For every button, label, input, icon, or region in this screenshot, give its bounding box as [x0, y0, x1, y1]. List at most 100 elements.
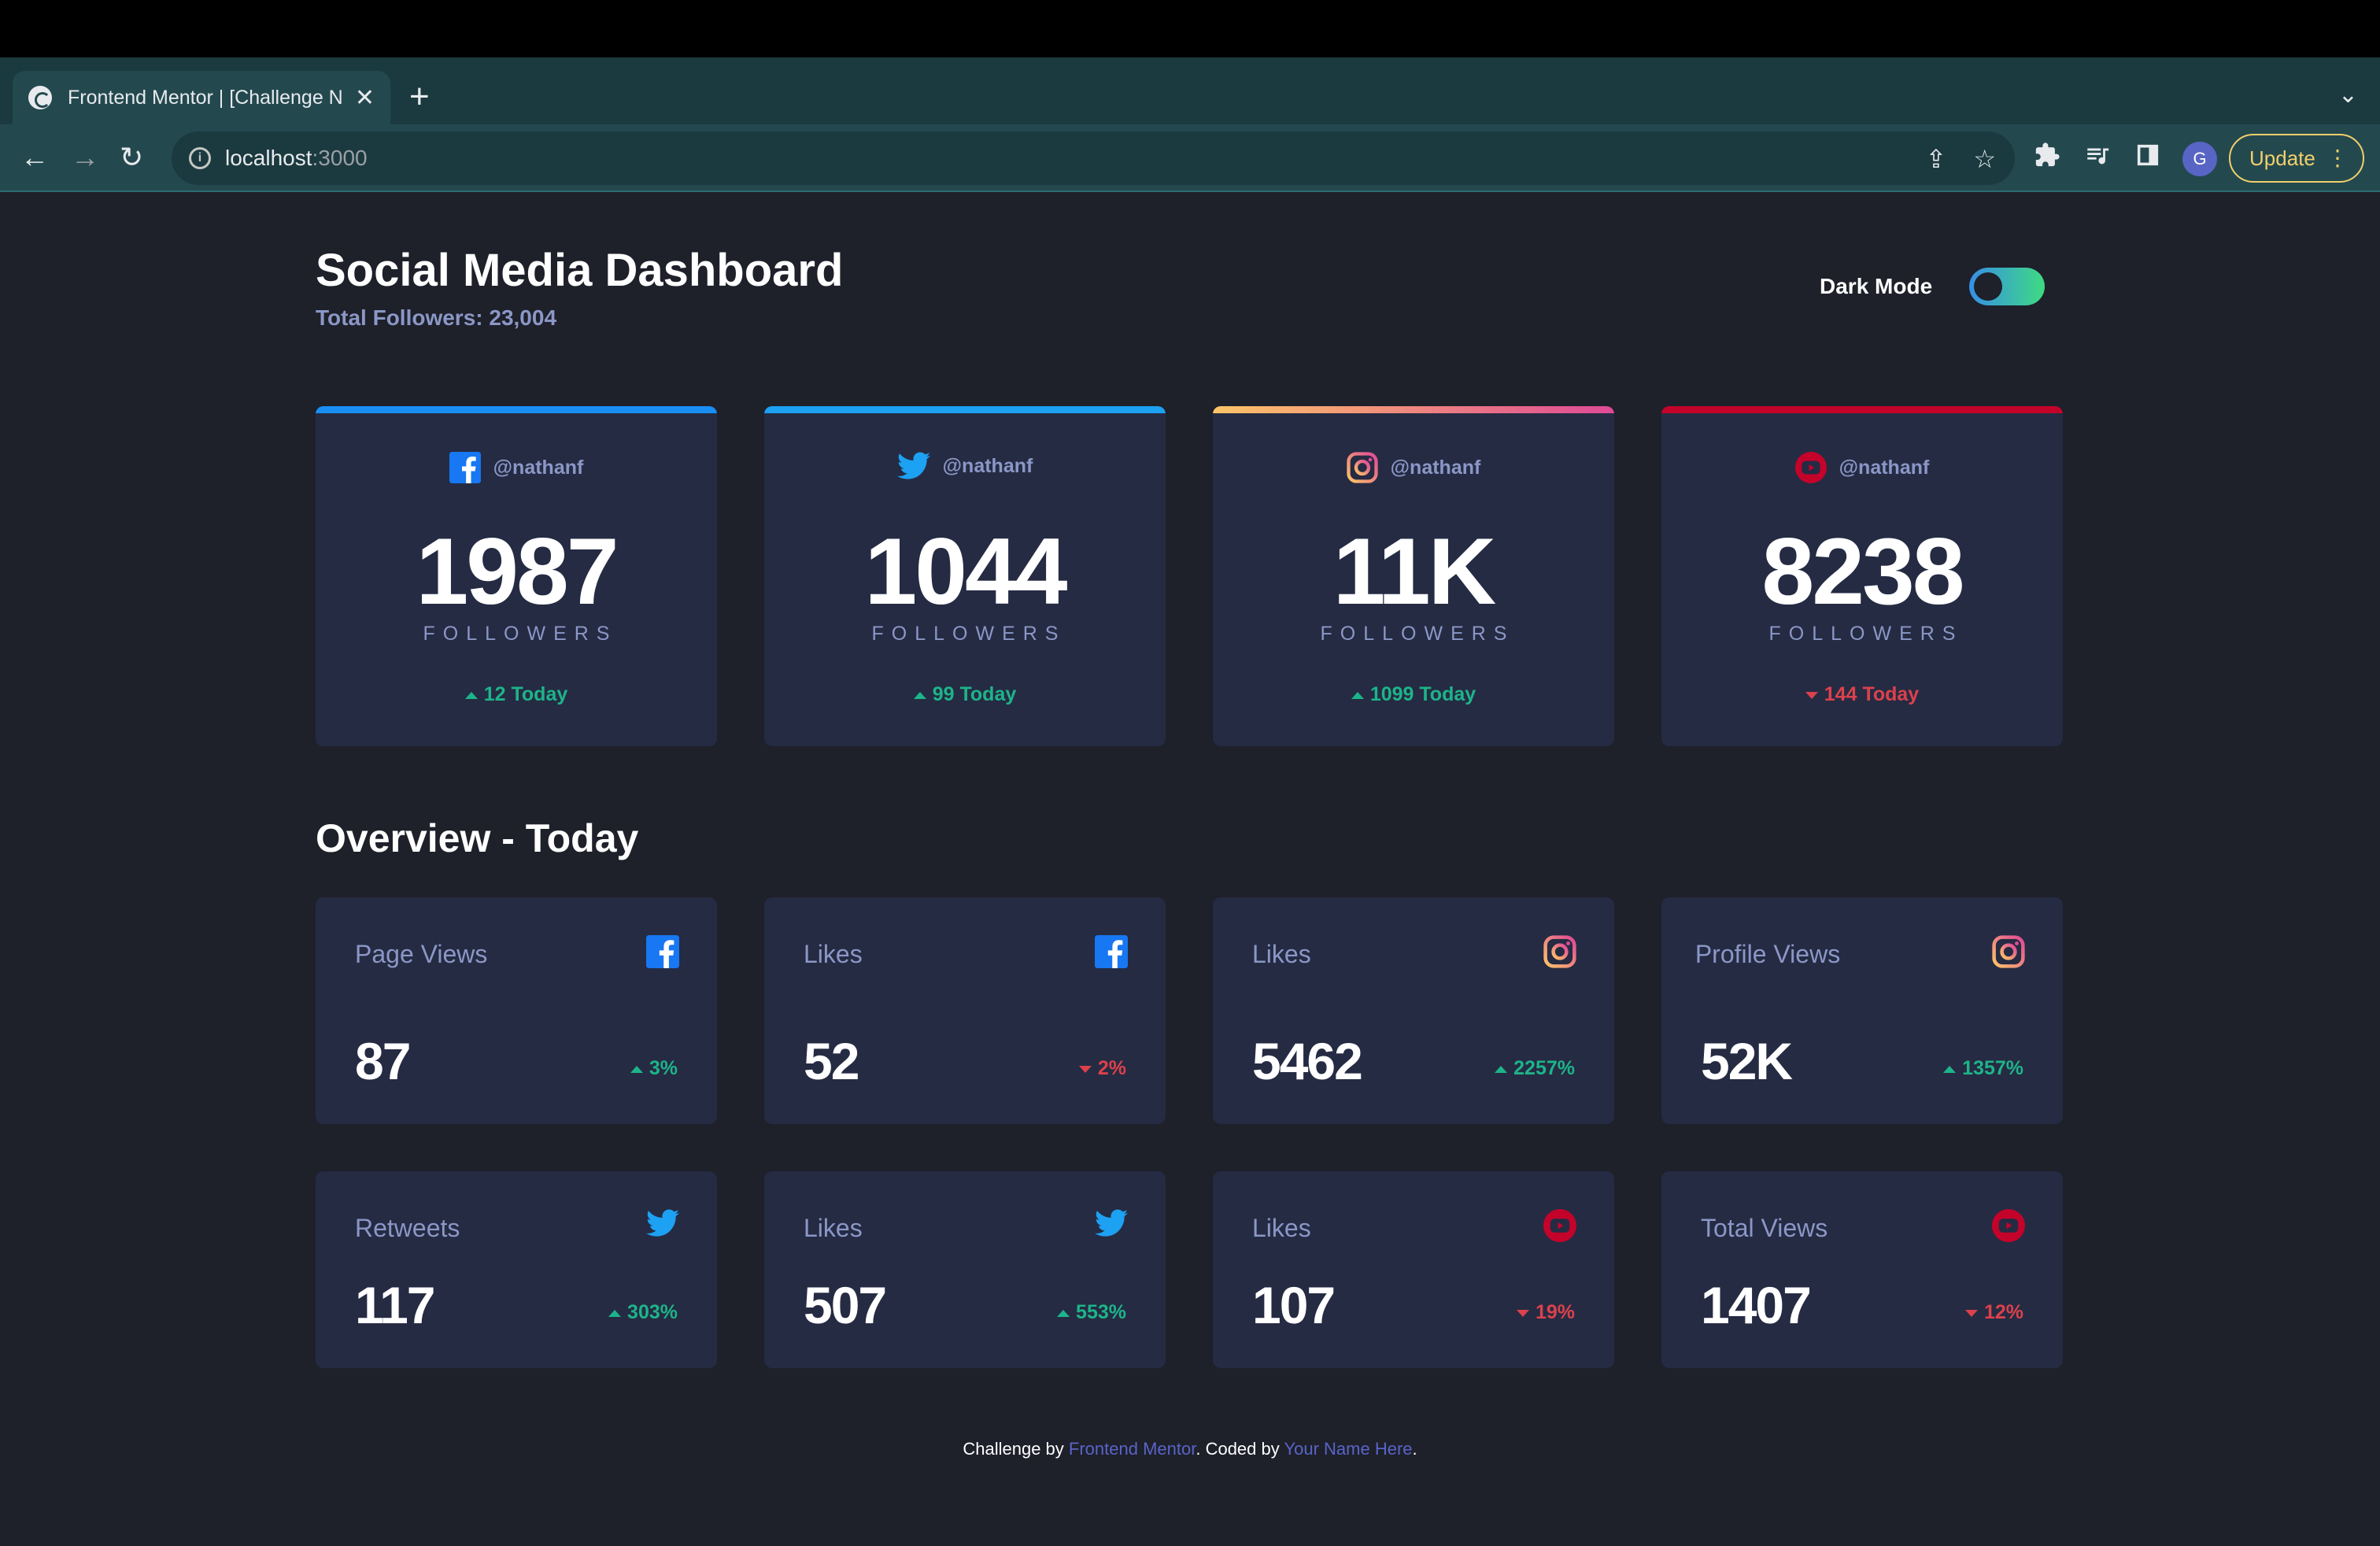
system-top-bar: [0, 0, 2380, 57]
followers-label: FOLLOWERS: [1320, 623, 1515, 645]
back-arrow-icon[interactable]: ←: [20, 140, 49, 175]
follower-count: 11K: [1332, 519, 1497, 624]
twitter-icon: [646, 1209, 679, 1242]
more-vertical-icon[interactable]: ⋮: [2326, 145, 2349, 172]
overview-label: Total Views: [1701, 1214, 1828, 1242]
frontend-mentor-link[interactable]: Frontend Mentor: [1069, 1439, 1196, 1459]
overview-label: Likes: [804, 940, 863, 968]
overview-value: 52: [804, 1032, 859, 1090]
total-followers: Total Followers: 23,004: [316, 305, 557, 330]
follower-card-facebook[interactable]: @nathanf 1987 FOLLOWERS 12 Today: [316, 406, 717, 746]
overview-label: Page Views: [355, 940, 488, 968]
facebook-icon: [646, 935, 679, 968]
update-button[interactable]: Update ⋮: [2229, 134, 2364, 183]
new-tab-button[interactable]: +: [409, 80, 430, 114]
author-link[interactable]: Your Name Here: [1284, 1439, 1412, 1459]
overview-card[interactable]: Retweets 117 303%: [316, 1171, 717, 1368]
bookmark-star-icon[interactable]: ☆: [1973, 144, 1996, 174]
profile-avatar[interactable]: G: [2182, 142, 2217, 176]
info-icon[interactable]: i: [189, 147, 211, 169]
follower-card-twitter[interactable]: @nathanf 1044 FOLLOWERS 99 Today: [764, 406, 1166, 746]
arrow-up-icon: [1943, 1065, 1957, 1073]
overview-value: 52K: [1701, 1032, 1793, 1090]
overview-label: Likes: [804, 1214, 863, 1242]
today-change: 1099 Today: [1213, 683, 1614, 706]
arrow-up-icon: [1495, 1065, 1508, 1073]
follower-card-instagram[interactable]: @nathanf 11K FOLLOWERS 1099 Today: [1213, 406, 1614, 746]
card-top-bar: [316, 406, 717, 413]
followers-label: FOLLOWERS: [871, 623, 1066, 645]
attribution-footer: Challenge by Frontend Mentor. Coded by Y…: [0, 1439, 2380, 1459]
footer-text: . Coded by: [1196, 1439, 1284, 1459]
instagram-icon: [1543, 935, 1576, 968]
today-change: 144 Today: [1661, 683, 2063, 706]
overview-change: 19%: [1516, 1301, 1575, 1324]
card-top-bar: [1213, 406, 1614, 413]
page-title: Social Media Dashboard: [316, 245, 844, 296]
overview-label: Likes: [1252, 940, 1311, 968]
overview-card[interactable]: Likes 107 19%: [1213, 1171, 1614, 1368]
forward-arrow-icon[interactable]: →: [71, 140, 99, 175]
extensions-puzzle-icon[interactable]: [2034, 142, 2060, 168]
toggle-knob: [1974, 272, 2002, 301]
overview-change: 12%: [1964, 1301, 2023, 1324]
address-bar[interactable]: i localhost:3000 ⇪ ☆: [172, 131, 2015, 185]
instagram-icon: [1992, 935, 2025, 968]
followers-label: FOLLOWERS: [1768, 623, 1964, 645]
url-text: localhost:3000: [225, 146, 368, 170]
dark-mode-toggle[interactable]: [1969, 268, 2045, 305]
tab-search-chevron-icon[interactable]: ⌄: [2338, 81, 2358, 109]
card-handle: @nathanf: [316, 452, 717, 483]
overview-change: 553%: [1057, 1301, 1126, 1324]
dark-mode-label: Dark Mode: [1820, 274, 1933, 298]
overview-card[interactable]: Likes 5462 2257%: [1213, 897, 1614, 1124]
arrow-up-icon: [630, 1065, 643, 1073]
overview-change: 3%: [630, 1057, 678, 1080]
follower-count: 1987: [416, 519, 619, 624]
overview-value: 5462: [1252, 1032, 1363, 1090]
overview-card[interactable]: Total Views 1407 12%: [1661, 1171, 2063, 1368]
overview-card[interactable]: Likes 52 2%: [764, 897, 1166, 1124]
today-change: 99 Today: [764, 683, 1166, 706]
card-handle: @nathanf: [764, 452, 1166, 480]
overview-label: Likes: [1252, 1214, 1311, 1242]
handle-text: @nathanf: [493, 456, 584, 479]
twitter-icon: [896, 452, 930, 480]
update-label: Update: [2249, 146, 2315, 170]
card-handle: @nathanf: [1213, 452, 1614, 483]
handle-text: @nathanf: [1390, 456, 1481, 479]
reload-icon[interactable]: ↻: [120, 140, 143, 175]
browser-tab[interactable]: Frontend Mentor | [Challenge N ✕: [13, 71, 390, 124]
arrow-up-icon: [608, 1309, 622, 1317]
side-panel-icon[interactable]: [2134, 142, 2161, 168]
card-top-bar: [764, 406, 1166, 413]
follower-card-youtube[interactable]: @nathanf 8238 FOLLOWERS 144 Today: [1661, 406, 2063, 746]
handle-text: @nathanf: [942, 454, 1033, 477]
overview-value: 107: [1252, 1276, 1336, 1334]
overview-change: 2%: [1078, 1057, 1126, 1080]
overview-card[interactable]: Likes 507 553%: [764, 1171, 1166, 1368]
youtube-icon: [1992, 1209, 2025, 1242]
overview-card[interactable]: Profile Views 52K 1357%: [1661, 897, 2063, 1124]
card-handle: @nathanf: [1661, 452, 2063, 483]
overview-value: 87: [355, 1032, 411, 1090]
media-queue-icon[interactable]: [2084, 142, 2111, 168]
handle-text: @nathanf: [1839, 456, 1930, 479]
close-icon[interactable]: ✕: [355, 84, 375, 112]
overview-card[interactable]: Page Views 87 3%: [316, 897, 717, 1124]
today-change: 12 Today: [316, 683, 717, 706]
arrow-up-icon: [1057, 1309, 1070, 1317]
overview-label: Profile Views: [1694, 940, 1841, 968]
tab-title: Frontend Mentor | [Challenge N: [68, 86, 343, 109]
follower-count: 8238: [1761, 519, 1965, 624]
dashboard-page: Social Media Dashboard Total Followers: …: [0, 194, 2380, 1546]
overview-title: Overview - Today: [316, 816, 639, 860]
browser-toolbar: ← → ↻ i localhost:3000 ⇪ ☆ G Update ⋮: [0, 124, 2380, 192]
youtube-icon: [1543, 1209, 1576, 1242]
card-top-bar: [1661, 406, 2063, 413]
twitter-icon: [1095, 1209, 1128, 1242]
overview-value: 1407: [1701, 1276, 1812, 1334]
share-icon[interactable]: ⇪: [1926, 144, 1947, 174]
arrow-down-icon: [1964, 1309, 1978, 1317]
instagram-icon: [1347, 452, 1378, 483]
